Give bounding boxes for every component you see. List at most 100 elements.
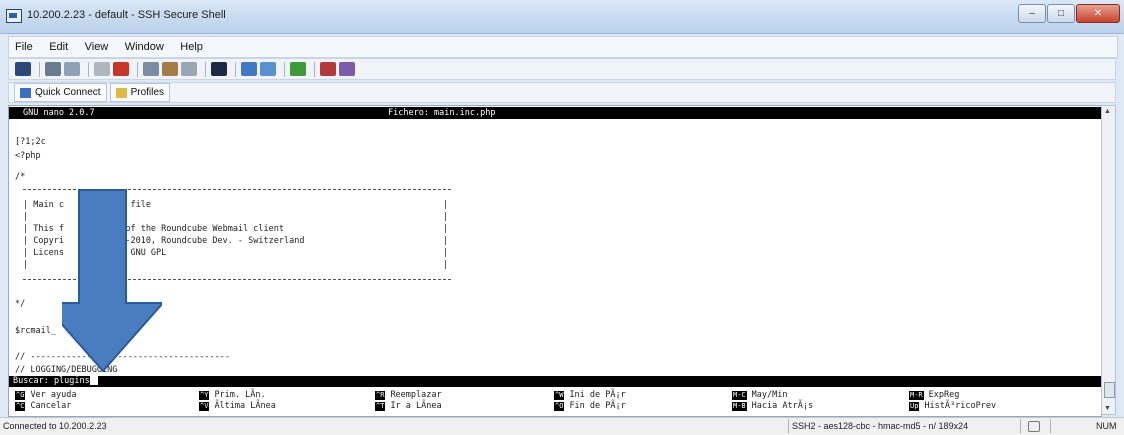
shortcut-key: ^T [375, 401, 386, 411]
menu-edit[interactable]: Edit [43, 38, 74, 53]
delete-icon[interactable] [113, 62, 129, 76]
shortcut-label: Hacia AtrÃ¡s [751, 401, 814, 411]
shortcut-regex: M-R ExpReg [909, 390, 959, 400]
toolbar [8, 58, 1116, 80]
shortcut-key: M-C [732, 390, 747, 400]
cut-icon[interactable] [94, 62, 110, 76]
shortcut-label: May/Min [751, 390, 788, 400]
shortcut-label: Reemplazar [390, 390, 442, 400]
paste-icon[interactable] [162, 62, 178, 76]
copy-icon[interactable] [143, 62, 159, 76]
terminal-line: */ [15, 299, 26, 309]
search-prompt-text: Buscar: plugins [13, 376, 98, 386]
toolbar-separator [88, 61, 89, 77]
paste-special-icon[interactable] [181, 62, 197, 76]
shortcut-label: Fin de PÃ¡r [569, 401, 626, 411]
scroll-thumb[interactable] [1104, 382, 1115, 398]
find-icon[interactable] [211, 62, 227, 76]
comment-box-right-edge: | [443, 260, 449, 270]
toolbar-separator [314, 61, 315, 77]
shortcut-label: HistÃ³ricoPrev [924, 401, 997, 411]
shortcut-first-line: ^Y Prim. LÃ­n. [199, 390, 266, 400]
menu-view[interactable]: View [79, 38, 115, 53]
print-preview-icon[interactable] [64, 62, 80, 76]
status-separator [788, 419, 789, 433]
terminal-area[interactable]: GNU nano 2.0.7 Fichero: main.inc.php [?1… [8, 105, 1102, 417]
shortcut-key: Up [909, 401, 920, 411]
title-bar: 10.200.2.23 - default - SSH Secure Shell… [0, 0, 1124, 34]
encryption-info: SSH2 - aes128-cbc - hmac-md5 - n/ 189x24 [792, 421, 969, 431]
terminal-line: [?1;2c [15, 137, 46, 147]
profiles-button[interactable]: Profiles [109, 83, 170, 102]
shortcut-label: Ver ayuda [30, 390, 77, 400]
shortcut-label: Ir a LÃ­nea [390, 401, 442, 411]
shortcut-key: ^W [554, 390, 565, 400]
toolbar-separator [235, 61, 236, 77]
shortcut-label: ExpReg [928, 390, 960, 400]
text-cursor [89, 376, 98, 385]
toolbar-separator [284, 61, 285, 77]
menu-bar: File Edit View Window Help [8, 36, 1118, 58]
print-icon[interactable] [45, 62, 61, 76]
disconnect-icon[interactable] [260, 62, 276, 76]
quick-connect-button[interactable]: Quick Connect [14, 83, 107, 102]
shortcut-key: ^G [15, 390, 26, 400]
shortcut-paragraph-start: ^W Ini de PÃ¡r [554, 390, 626, 400]
menu-window[interactable]: Window [119, 38, 170, 53]
shortcut-help: ^G Ver ayuda [15, 390, 77, 400]
quick-connect-icon [20, 87, 31, 98]
connection-status: Connected to 10.200.2.23 [3, 421, 107, 431]
shortcut-key: ^O [554, 401, 565, 411]
shortcut-label: Cancelar [30, 401, 72, 411]
shortcut-label: Prim. LÃ­n. [214, 390, 266, 400]
shortcut-label: Ini de PÃ¡r [569, 390, 626, 400]
toolbar-separator [205, 61, 206, 77]
shortcut-key: M-B [732, 401, 747, 411]
menu-help[interactable]: Help [174, 38, 209, 53]
terminal-line: /* [15, 172, 26, 182]
menu-file[interactable]: File [9, 38, 39, 53]
nano-filename: Fichero: main.inc.php [388, 108, 496, 118]
toolbar-separator [137, 61, 138, 77]
nano-search-prompt[interactable]: Buscar: plugins [9, 376, 1101, 387]
comment-box-right-edge: | [443, 212, 449, 222]
status-bar: Connected to 10.200.2.23 SSH2 - aes128-c… [0, 417, 1124, 435]
profiles-label: Profiles [130, 87, 164, 98]
comment-box-right-edge: | [443, 236, 449, 246]
shortcut-case-sensitive: M-C May/Min [732, 390, 787, 400]
terminal-line: | [23, 212, 29, 222]
scroll-down-arrow-icon[interactable]: ▼ [1104, 405, 1111, 412]
minimize-button[interactable]: – [1018, 4, 1046, 23]
shortcut-key: ^V [199, 401, 210, 411]
shortcut-cancel: ^C Cancelar [15, 401, 71, 411]
status-separator [1050, 419, 1051, 433]
num-lock-indicator: NUM [1096, 421, 1117, 431]
terminal-line: <?php [15, 151, 41, 161]
down-arrow-overlay-icon [62, 189, 162, 373]
quick-connect-bar: Quick Connect Profiles [8, 82, 1116, 103]
comment-box-right-edge: | [443, 224, 449, 234]
close-button[interactable]: ✕ [1076, 4, 1120, 23]
folder-icon [115, 87, 127, 98]
settings-icon[interactable] [290, 62, 306, 76]
shortcut-key: M-R [909, 390, 924, 400]
file-transfer-icon[interactable] [320, 62, 336, 76]
ssh-app-icon [6, 9, 22, 23]
scroll-up-arrow-icon[interactable]: ▲ [1104, 108, 1111, 115]
save-icon[interactable] [15, 62, 31, 76]
maximize-button[interactable]: □ [1047, 4, 1075, 23]
comment-box-right-edge: | [443, 200, 449, 210]
help-icon[interactable] [339, 62, 355, 76]
nano-header-bar: GNU nano 2.0.7 Fichero: main.inc.php [9, 107, 1101, 119]
shortcut-last-line: ^V Ãltima LÃ­nea [199, 401, 276, 411]
quick-connect-label: Quick Connect [35, 87, 101, 98]
shortcut-history-prev: Up HistÃ³ricoPrev [909, 401, 996, 411]
terminal-line: | [23, 260, 29, 270]
window-title: 10.200.2.23 - default - SSH Secure Shell [27, 9, 226, 21]
shortcut-key: ^C [15, 401, 26, 411]
shortcut-paragraph-end: ^O Fin de PÃ¡r [554, 401, 626, 411]
terminal-scrollbar[interactable]: ▲ ▼ [1101, 105, 1116, 415]
shortcut-key: ^R [375, 390, 386, 400]
connect-icon[interactable] [241, 62, 257, 76]
status-separator [1020, 419, 1021, 433]
